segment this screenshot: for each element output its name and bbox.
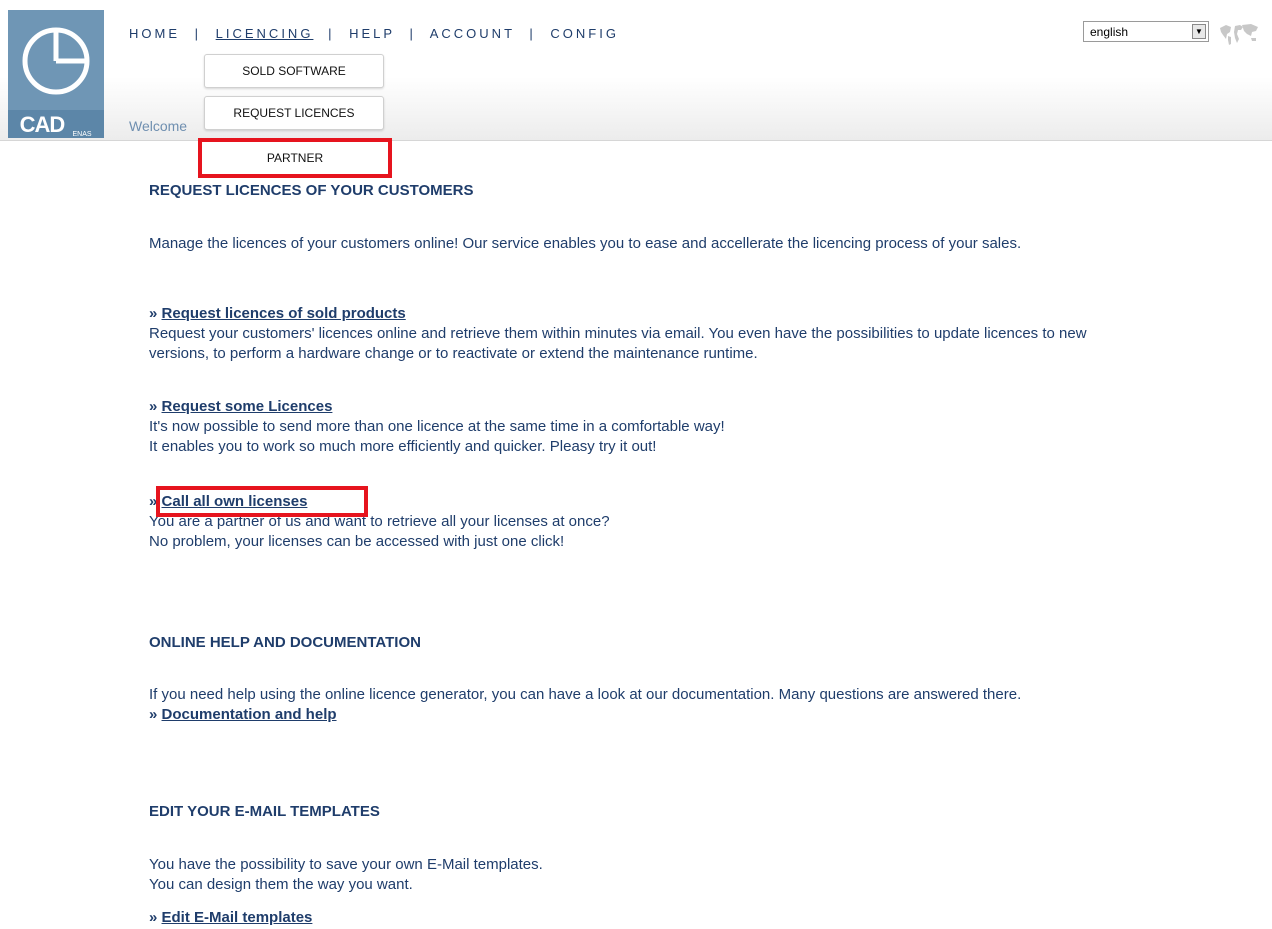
raquo-icon: » [149,398,158,415]
section-help: ONLINE HELP AND DOCUMENTATION [149,633,1149,653]
cad-enas-logo[interactable]: CAD ENAS [8,10,104,138]
menu-item-partner[interactable]: PARTNER [198,138,392,178]
nav-home[interactable]: HOME [129,26,180,41]
intro-text: Manage the licences of your customers on… [149,235,1022,252]
world-map-graphic [1220,24,1258,45]
help-intro: If you need help using the online licenc… [149,685,1149,725]
intro-text: You have the possibility to save your ow… [149,856,543,873]
request-sold-products-link[interactable]: Request licences of sold products [162,305,406,322]
nav-account[interactable]: ACCOUNT [430,26,515,41]
language-select[interactable]: english ▼ [1083,21,1209,42]
raquo-icon: » [149,493,158,510]
intro-text: If you need help using the online licenc… [149,686,1022,703]
chevron-down-icon[interactable]: ▼ [1192,24,1206,39]
nav-separator: | [409,26,416,41]
main-nav: HOME | LICENCING | HELP | ACCOUNT | CONF… [129,26,619,41]
page-header: CAD ENAS HOME | LICENCING | HELP | ACCOU… [0,0,1272,141]
nav-help[interactable]: HELP [349,26,395,41]
section-title: EDIT YOUR E-MAIL TEMPLATES [149,803,380,820]
link-description: It's now possible to send more than one … [149,418,725,435]
raquo-icon: » [149,909,158,926]
link-description: Request your customers' licences online … [149,325,1087,362]
logo-graphic: CAD ENAS [8,27,104,138]
world-map-icon[interactable] [1218,22,1260,46]
logo-subtext: ENAS [72,131,91,138]
nav-config[interactable]: CONFIG [550,26,619,41]
raquo-icon: » [149,305,158,322]
logo-text: CAD [20,112,65,137]
licencing-dropdown: SOLD SOFTWARE REQUEST LICENCES PARTNER [196,42,398,182]
section-email: EDIT YOUR E-MAIL TEMPLATES [149,802,1149,822]
request-some-licences: » Request some Licences It's now possibl… [149,397,1149,457]
nav-separator: | [529,26,536,41]
nav-separator: | [194,26,202,41]
email-intro: You have the possibility to save your ow… [149,855,1149,895]
section-request: REQUEST LICENCES OF YOUR CUSTOMERS [149,181,1149,201]
section-title: REQUEST LICENCES OF YOUR CUSTOMERS [149,182,474,199]
call-own-licenses: » Call all own licenses You are a partne… [149,492,1149,552]
request-sold-products: » Request licences of sold products Requ… [149,304,1149,364]
call-all-own-licenses-link[interactable]: Call all own licenses [162,493,308,510]
intro-text: You can design them the way you want. [149,876,413,893]
menu-item-request-licences[interactable]: REQUEST LICENCES [204,96,384,130]
request-some-licences-link[interactable]: Request some Licences [162,398,333,415]
request-intro: Manage the licences of your customers on… [149,234,1149,254]
section-title: ONLINE HELP AND DOCUMENTATION [149,634,421,651]
link-description: It enables you to work so much more effi… [149,438,657,455]
documentation-help-link[interactable]: Documentation and help [162,706,337,723]
menu-item-sold-software[interactable]: SOLD SOFTWARE [204,54,384,88]
welcome-text: Welcome [129,118,188,134]
raquo-icon: » [149,706,158,723]
nav-licencing[interactable]: LICENCING [216,26,314,41]
link-description: You are a partner of us and want to retr… [149,513,610,530]
link-description: No problem, your licenses can be accesse… [149,533,565,550]
edit-email-templates: » Edit E-Mail templates [149,908,1149,928]
language-value: english [1090,25,1129,39]
nav-separator: | [328,26,335,41]
edit-email-templates-link[interactable]: Edit E-Mail templates [162,909,313,926]
